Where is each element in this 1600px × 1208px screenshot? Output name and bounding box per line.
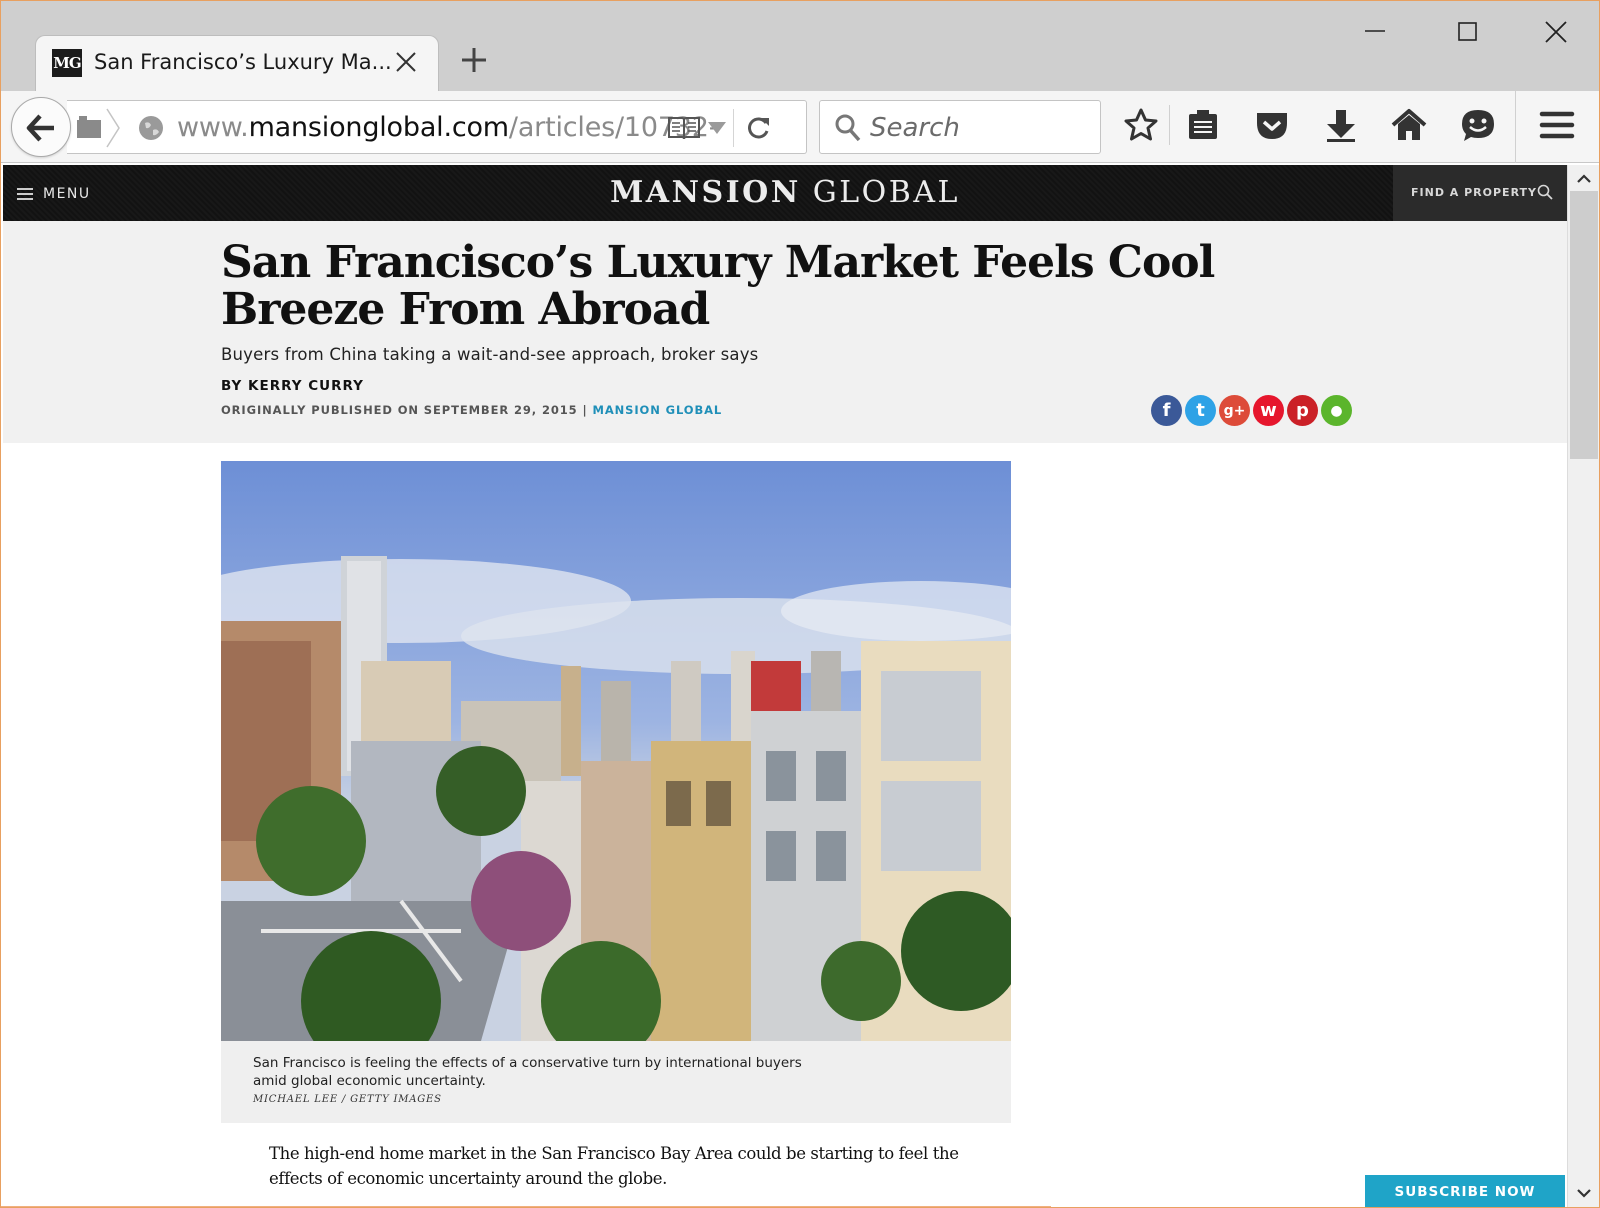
page-scrollbar[interactable] xyxy=(1567,165,1599,1207)
new-tab-icon[interactable] xyxy=(459,45,489,75)
back-button[interactable] xyxy=(11,97,71,157)
browser-tab-active[interactable]: MG San Francisco’s Luxury Ma... xyxy=(35,35,439,91)
browser-window: MG San Francisco’s Luxury Ma... www.mans… xyxy=(0,0,1600,1208)
url-prefix: www. xyxy=(177,112,249,143)
maximize-window-icon[interactable] xyxy=(1447,15,1487,49)
toolbar-divider xyxy=(1515,91,1516,163)
article-hero-photo[interactable] xyxy=(221,461,1011,1041)
site-header: MENU MANSION GLOBAL FIND A PROPERTY xyxy=(3,165,1567,221)
photo-caption-box: San Francisco is feeling the effects of … xyxy=(221,1041,1011,1123)
tab-strip: MG San Francisco’s Luxury Ma... xyxy=(1,1,1599,91)
wechat-icon[interactable]: ● xyxy=(1321,395,1352,426)
reader-view-icon[interactable] xyxy=(667,115,701,141)
facebook-icon[interactable]: f xyxy=(1151,395,1182,426)
scrollbar-thumb[interactable] xyxy=(1570,191,1598,459)
twitter-icon[interactable]: t xyxy=(1185,395,1216,426)
article-header: San Francisco’s Luxury Market Feels Cool… xyxy=(3,221,1567,443)
search-bar[interactable]: Search xyxy=(819,100,1101,154)
photo-caption: San Francisco is feeling the effects of … xyxy=(253,1055,802,1089)
article-headline: San Francisco’s Luxury Market Feels Cool… xyxy=(221,237,1215,335)
back-arrow-icon xyxy=(26,114,54,142)
logo-mansion: MANSION xyxy=(610,175,801,210)
download-icon[interactable] xyxy=(1323,107,1359,143)
minimize-window-icon[interactable] xyxy=(1355,15,1395,49)
find-property-button[interactable]: FIND A PROPERTY xyxy=(1393,165,1567,221)
url-divider xyxy=(733,109,734,147)
url-dropdown-icon[interactable] xyxy=(707,121,727,135)
separator: | xyxy=(582,403,588,417)
site-logo[interactable]: MANSION GLOBAL xyxy=(3,175,1567,210)
social-share-buttons: f t g+ w p ● xyxy=(1151,395,1352,426)
toolbar-divider xyxy=(1169,105,1170,145)
san-francisco-street-photo xyxy=(221,461,1011,1041)
url-text[interactable]: www.mansionglobal.com/articles/10732- xyxy=(177,112,719,143)
tab-title: San Francisco’s Luxury Ma... xyxy=(94,50,392,74)
reading-list-icon[interactable] xyxy=(1185,107,1221,143)
close-window-icon[interactable] xyxy=(1536,15,1576,49)
globe-icon[interactable] xyxy=(137,114,165,142)
bookmark-star-icon[interactable] xyxy=(1123,107,1159,143)
pinterest-icon[interactable]: p xyxy=(1287,395,1318,426)
reload-icon[interactable] xyxy=(745,114,773,142)
subscribe-now-button[interactable]: SUBSCRIBE NOW xyxy=(1365,1175,1565,1207)
find-property-label: FIND A PROPERTY xyxy=(1411,186,1538,199)
published-date: ORIGINALLY PUBLISHED ON SEPTEMBER 29, 20… xyxy=(221,403,578,417)
article-byline[interactable]: BY KERRY CURRY xyxy=(221,378,364,394)
article-dek: Buyers from China taking a wait-and-see … xyxy=(221,345,759,364)
search-placeholder: Search xyxy=(870,113,960,143)
scroll-up-icon[interactable] xyxy=(1576,171,1592,187)
address-bar[interactable]: www.mansionglobal.com/articles/10732- xyxy=(67,100,807,154)
url-domain: mansionglobal.com xyxy=(248,112,510,143)
logo-global: GLOBAL xyxy=(812,175,960,210)
home-icon[interactable] xyxy=(1391,107,1427,143)
source-link[interactable]: MANSION GLOBAL xyxy=(593,403,723,417)
hello-chat-icon[interactable] xyxy=(1460,107,1496,143)
navigation-toolbar: www.mansionglobal.com/articles/10732- Se… xyxy=(1,91,1599,163)
history-sidebar-icon[interactable] xyxy=(75,114,103,140)
search-icon xyxy=(1537,184,1553,200)
hamburger-menu-icon[interactable] xyxy=(1539,107,1575,143)
pocket-icon[interactable] xyxy=(1254,107,1290,143)
photo-credit: MICHAEL LEE / GETTY IMAGES xyxy=(253,1094,442,1105)
scroll-down-icon[interactable] xyxy=(1576,1185,1592,1201)
separator-chevron-icon xyxy=(106,108,120,148)
publication-line: ORIGINALLY PUBLISHED ON SEPTEMBER 29, 20… xyxy=(221,403,722,417)
site-favicon-icon: MG xyxy=(52,49,82,77)
weibo-icon[interactable]: w xyxy=(1253,395,1284,426)
search-icon xyxy=(835,114,861,142)
close-tab-icon[interactable] xyxy=(394,50,418,74)
google-plus-icon[interactable]: g+ xyxy=(1219,395,1250,426)
article-lead-paragraph: The high-end home market in the San Fran… xyxy=(269,1144,959,1188)
